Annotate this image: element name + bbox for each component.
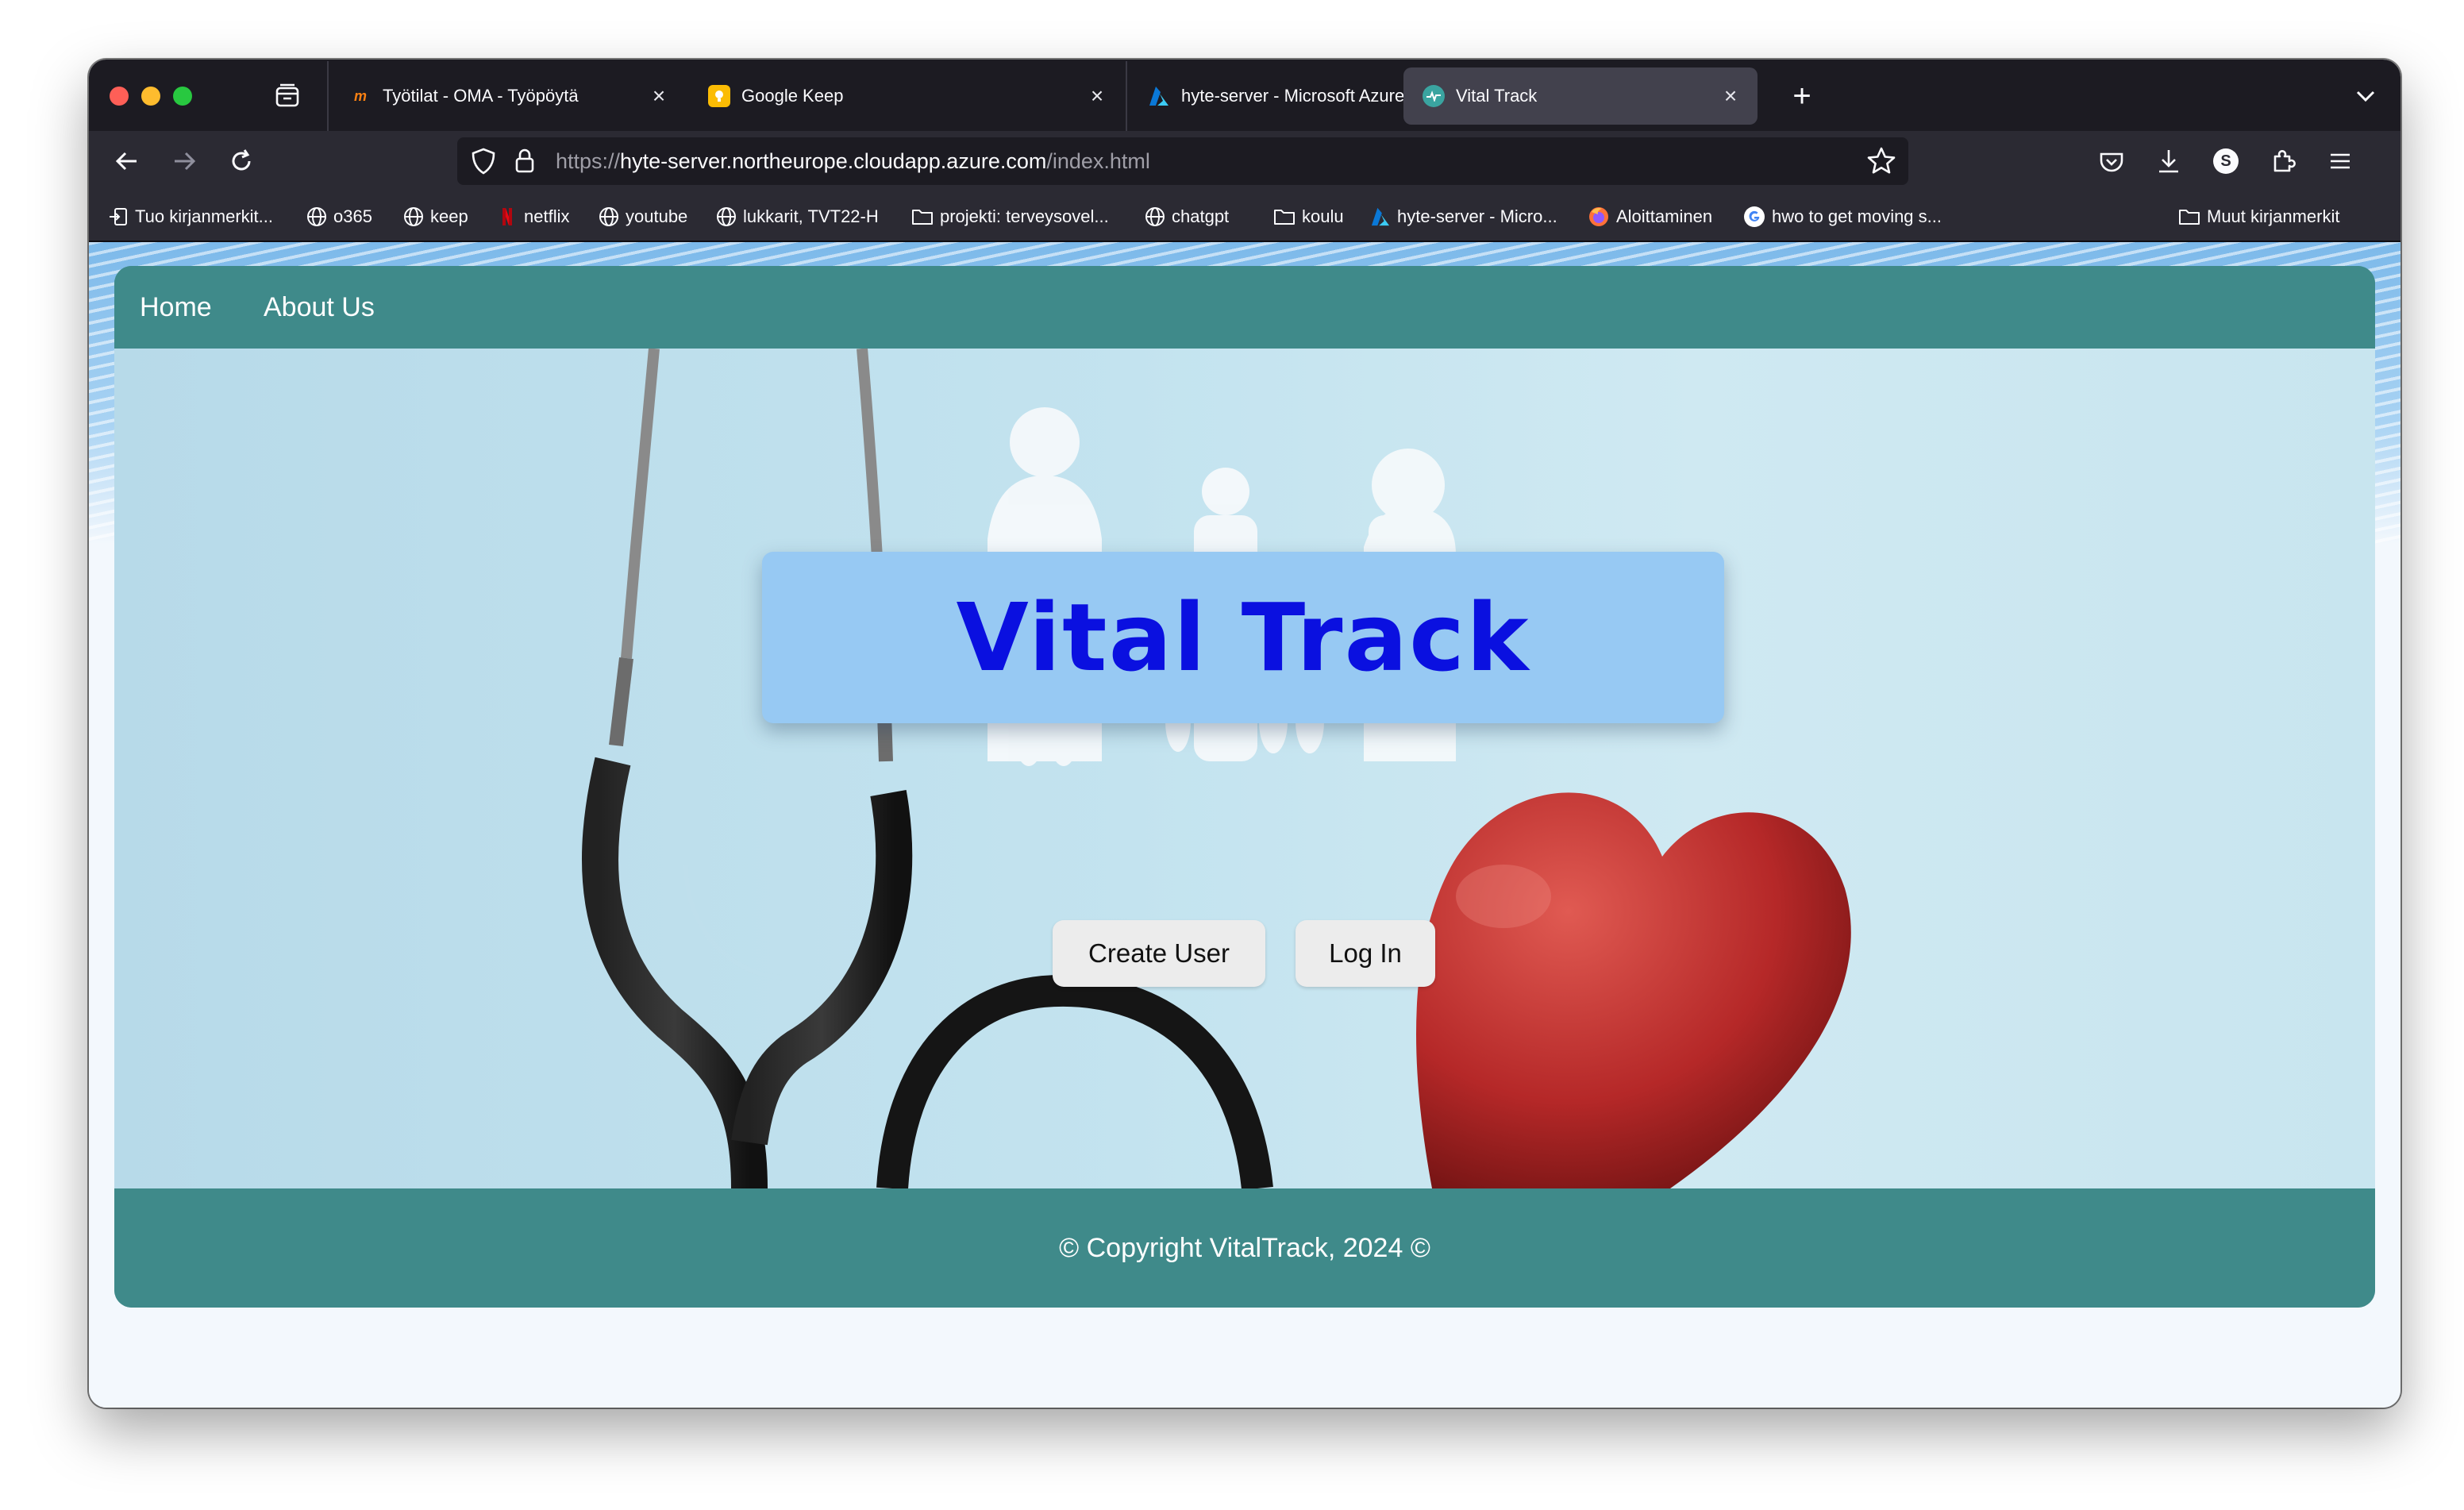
nav-about-link[interactable]: About Us: [264, 266, 375, 349]
bookmark-chatgpt[interactable]: chatgpt: [1145, 191, 1229, 242]
vital-track-favicon: [1423, 85, 1445, 107]
url-text[interactable]: https://hyte-server.northeurope.cloudapp…: [556, 137, 1150, 185]
bookmark-keep[interactable]: keep: [403, 191, 468, 242]
globe-icon: [404, 207, 423, 226]
bookmark-netflix[interactable]: netflix: [497, 191, 569, 242]
bookmark-folder-other[interactable]: Muut kirjanmerkit: [2178, 191, 2339, 242]
stethoscope-heart-illustration: [581, 349, 1851, 1188]
title-banner: Vital Track: [762, 552, 1724, 723]
hero-section: Vital Track Create User Log In: [114, 349, 2375, 1188]
reload-icon[interactable]: [224, 144, 259, 179]
tab-strip: m Työtilat - OMA - Työpöytä × Google Kee…: [89, 60, 2400, 131]
close-tab-icon[interactable]: ×: [1081, 80, 1113, 112]
globe-icon: [1145, 207, 1165, 226]
bookmark-folder-projekti[interactable]: projekti: terveysovel...: [911, 191, 1109, 242]
globe-icon: [307, 207, 326, 226]
page-title: Vital Track: [956, 583, 1530, 692]
tab-separator: [1126, 61, 1127, 131]
site-navbar: Home About Us: [114, 266, 2375, 349]
pocket-icon[interactable]: [2094, 144, 2129, 179]
google-keep-icon: [708, 85, 730, 107]
site-footer: © Copyright VitalTrack, 2024 ©: [114, 1188, 2375, 1308]
tab-vital-track[interactable]: Vital Track ×: [1403, 67, 1758, 125]
folder-icon: [2179, 210, 2200, 225]
folder-icon: [1274, 210, 1295, 225]
bookmark-lukkarit[interactable]: lukkarit, TVT22-H: [716, 191, 879, 242]
nav-home-link[interactable]: Home: [140, 266, 212, 349]
close-tab-icon[interactable]: ×: [643, 80, 675, 112]
page-card: Home About Us Vital Track Create User Lo…: [114, 266, 2375, 1308]
downloads-icon[interactable]: [2151, 144, 2186, 179]
bookmark-google-search[interactable]: hwo to get moving s...: [1743, 191, 1942, 242]
bookmark-star-icon[interactable]: [1865, 145, 1897, 181]
firefox-icon: [1589, 207, 1608, 226]
bookmark-aloittaminen[interactable]: Aloittaminen: [1588, 191, 1712, 242]
zoom-window-button[interactable]: [173, 87, 192, 106]
globe-icon: [599, 207, 618, 226]
folder-icon: [912, 210, 933, 225]
azure-icon: [1148, 85, 1170, 107]
minimize-window-button[interactable]: [141, 87, 160, 106]
tab-google-keep[interactable]: Google Keep ×: [689, 67, 1124, 125]
tab-overview-icon[interactable]: [273, 82, 302, 110]
tab-tyotilat[interactable]: m Työtilat - OMA - Työpöytä ×: [330, 67, 686, 125]
bookmark-hyte-server[interactable]: hyte-server - Micro...: [1370, 191, 1557, 242]
moodle-icon: m: [353, 87, 367, 104]
new-tab-button[interactable]: +: [1784, 79, 1819, 114]
tracking-shield-icon[interactable]: [470, 147, 497, 179]
google-icon: [1744, 206, 1765, 227]
import-icon: [110, 208, 127, 225]
tab-list-chevron-icon[interactable]: [2348, 79, 2383, 114]
navigation-toolbar: https://hyte-server.northeurope.cloudapp…: [89, 131, 2400, 191]
close-tab-icon[interactable]: ×: [1715, 80, 1746, 112]
bookmark-youtube[interactable]: youtube: [599, 191, 687, 242]
netflix-icon: [502, 208, 512, 225]
create-user-button[interactable]: Create User: [1053, 920, 1265, 987]
extensions-puzzle-icon[interactable]: [2266, 144, 2300, 179]
account-avatar[interactable]: S: [2208, 144, 2243, 179]
close-window-button[interactable]: [110, 87, 129, 106]
back-arrow-icon[interactable]: [110, 144, 144, 179]
address-bar[interactable]: https://hyte-server.northeurope.cloudapp…: [457, 137, 1908, 185]
bookmarks-toolbar: Tuo kirjanmerkit... o365 keep netflix yo…: [89, 191, 2400, 242]
globe-icon: [717, 207, 736, 226]
browser-window: m Työtilat - OMA - Työpöytä × Google Kee…: [89, 60, 2400, 1408]
hamburger-menu-icon[interactable]: [2323, 144, 2358, 179]
tab-separator: [327, 61, 329, 131]
bookmark-folder-koulu[interactable]: koulu: [1273, 191, 1344, 242]
bookmark-import[interactable]: Tuo kirjanmerkit...: [108, 191, 273, 242]
copyright-text: © Copyright VitalTrack, 2024 ©: [1059, 1233, 1430, 1263]
forward-arrow-icon[interactable]: [167, 144, 202, 179]
log-in-button[interactable]: Log In: [1296, 920, 1435, 987]
bookmark-o365[interactable]: o365: [306, 191, 372, 242]
azure-icon: [1371, 207, 1390, 226]
page-viewport: Home About Us Vital Track Create User Lo…: [89, 242, 2400, 1408]
lock-icon[interactable]: [513, 147, 537, 179]
